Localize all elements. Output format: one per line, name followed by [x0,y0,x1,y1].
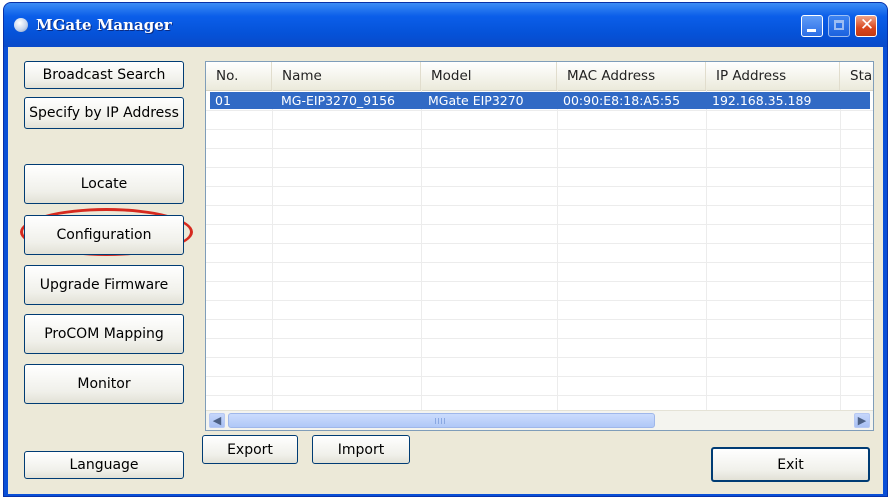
horizontal-scrollbar[interactable]: ◀ ▶ [206,410,873,430]
grid-line [706,90,707,430]
list-header: No. Name Model MAC Address IP Address St… [206,62,873,91]
maximize-icon [834,20,844,30]
exit-label: Exit [777,456,804,473]
monitor-label: Monitor [77,376,131,392]
grid-line [206,319,873,320]
cell-mac: 00:90:E8:18:A5:55 [563,93,681,108]
grid-line [206,205,873,206]
scroll-left-icon[interactable]: ◀ [209,413,225,428]
grid-line [206,281,873,282]
cell-ip: 192.168.35.189 [712,93,812,108]
close-button[interactable]: ✕ [855,15,877,37]
column-header-ip[interactable]: IP Address [706,62,840,90]
column-header-model[interactable]: Model [421,62,557,90]
grid-line [421,90,422,430]
grid-line [206,110,873,111]
grid-line [272,90,273,430]
exit-button[interactable]: Exit [711,447,870,482]
export-label: Export [227,441,273,458]
upgrade-firmware-label: Upgrade Firmware [39,277,169,293]
maximize-button[interactable] [828,15,850,37]
column-header-mac[interactable]: MAC Address [557,62,706,90]
grid-line [206,186,873,187]
scroll-right-icon[interactable]: ▶ [854,413,870,428]
import-label: Import [337,441,385,458]
scroll-thumb[interactable] [228,413,655,428]
app-icon [14,18,28,32]
grid-line [206,224,873,225]
cell-model: MGate EIP3270 [428,93,524,108]
grid-line [206,148,873,149]
grip-icon [435,418,447,424]
configuration-button[interactable]: Configuration [24,215,184,255]
locate-button[interactable]: Locate [24,164,184,204]
locate-label: Locate [80,176,128,192]
device-list[interactable]: No. Name Model MAC Address IP Address St… [205,61,874,431]
close-icon: ✕ [859,15,875,35]
grid-line [557,90,558,430]
grid-line [206,300,873,301]
grid-line [206,338,873,339]
grid-line [206,357,873,358]
grid-line [206,129,873,130]
app-window: MGate Manager ✕ Broadcast Search Specify… [3,2,888,497]
column-header-no[interactable]: No. [206,62,272,90]
monitor-button[interactable]: Monitor [24,364,184,404]
column-header-name[interactable]: Name [272,62,421,90]
procom-mapping-button[interactable]: ProCOM Mapping [24,314,184,354]
export-button[interactable]: Export [202,435,298,464]
column-header-status[interactable]: Sta [840,62,873,90]
grid-line [840,90,841,430]
import-button[interactable]: Import [312,435,410,464]
procom-mapping-label: ProCOM Mapping [44,326,164,342]
broadcast-search-button[interactable]: Broadcast Search [24,61,184,89]
grid-line [206,167,873,168]
minimize-icon [807,29,816,32]
minimize-button[interactable] [801,15,823,37]
specify-by-ip-label: Specify by IP Address [29,105,179,121]
title-bar[interactable]: MGate Manager ✕ [4,3,887,47]
cell-no: 01 [215,93,231,108]
grid-line [206,262,873,263]
client-area: Broadcast Search Specify by IP Address L… [8,47,883,494]
cell-name: MG-EIP3270_9156 [281,93,395,108]
configuration-label: Configuration [56,227,152,243]
language-button[interactable]: Language [24,451,184,479]
grid-line [206,243,873,244]
language-label: Language [69,457,139,473]
grid-line [206,376,873,377]
specify-by-ip-button[interactable]: Specify by IP Address [24,97,184,129]
upgrade-firmware-button[interactable]: Upgrade Firmware [24,265,184,305]
broadcast-search-label: Broadcast Search [42,67,166,83]
window-title: MGate Manager [36,16,172,34]
cell-status [843,92,846,109]
grid-line [206,395,873,396]
